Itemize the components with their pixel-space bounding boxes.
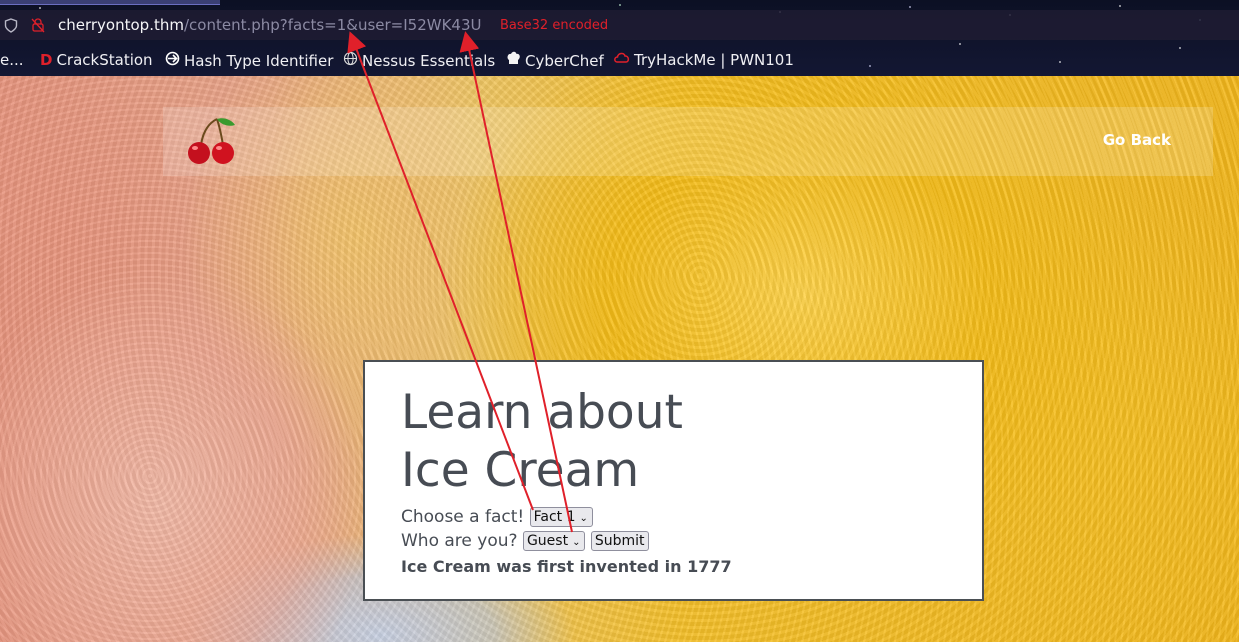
base32-annotation: Base32 encoded — [500, 18, 609, 33]
url-path: /content.php?facts=1&user=I52WK43U — [183, 16, 482, 34]
card-title: Learn about Ice Cream — [401, 384, 781, 500]
fact-label: Choose a fact! — [401, 507, 525, 527]
bookmark-label: TryHackMe | PWN101 — [634, 51, 794, 69]
title-line-1: Learn about — [401, 385, 683, 440]
bookmark-label: CyberChef — [525, 51, 604, 70]
go-back-link[interactable]: Go Back — [1103, 131, 1171, 149]
crackstation-d-icon: D — [40, 51, 53, 69]
insecure-lock-icon[interactable] — [30, 17, 46, 37]
bookmark-nessus-essentials[interactable]: Nessus Essentials — [343, 51, 495, 70]
submit-button[interactable]: Submit — [590, 531, 649, 551]
user-label: Who are you? — [401, 531, 518, 551]
user-select[interactable]: Guest ⌄ — [522, 531, 586, 551]
bookmark-crackstation[interactable]: D CrackStation — [40, 51, 153, 69]
fact-result-text: Ice Cream was first invented in 1777 — [401, 557, 732, 576]
user-select-value: Guest — [526, 533, 569, 549]
title-line-2: Ice Cream — [401, 443, 640, 498]
chevron-down-icon: ⌄ — [579, 513, 588, 524]
bookmark-label: Hash Type Identifier — [184, 51, 334, 70]
site-navbar: Go Back — [163, 107, 1213, 176]
fact-select-value: Fact 1 — [533, 509, 576, 525]
url-text[interactable]: cherryontop.thm/content.php?facts=1&user… — [58, 16, 482, 34]
fact-select[interactable]: Fact 1 ⌄ — [529, 507, 593, 527]
chevron-down-icon: ⌄ — [572, 537, 581, 548]
bookmark-truncated[interactable]: e... — [0, 51, 24, 69]
fact-row: Choose a fact! Fact 1 ⌄ — [401, 507, 593, 527]
bookmark-label: Nessus Essentials — [362, 51, 496, 70]
fact-card: Learn about Ice Cream Choose a fact! Fact… — [363, 360, 984, 601]
tryhackme-icon — [614, 51, 630, 69]
page-background: Go Back Learn about Ice Cream Choose a fa… — [0, 76, 1239, 642]
hash-identifier-icon — [165, 51, 180, 70]
shield-icon[interactable] — [4, 18, 18, 37]
url-host: cherryontop.thm — [58, 16, 184, 34]
bookmarks-bar: e... D CrackStation Hash Type Identifier… — [0, 46, 1239, 74]
browser-chrome: cherryontop.thm/content.php?facts=1&user… — [0, 0, 1239, 76]
url-bar[interactable]: cherryontop.thm/content.php?facts=1&user… — [0, 10, 1239, 40]
bookmark-label: e... — [0, 51, 24, 69]
active-tab-indicator[interactable] — [0, 0, 220, 5]
bookmark-cyberchef[interactable]: CyberChef — [506, 51, 604, 70]
cyberchef-icon — [506, 51, 521, 70]
user-row: Who are you? Guest ⌄ Submit — [401, 531, 649, 551]
bookmark-hash-type-identifier[interactable]: Hash Type Identifier — [165, 51, 333, 70]
bookmark-tryhackme[interactable]: TryHackMe | PWN101 — [614, 51, 794, 69]
cherry-icon[interactable] — [185, 115, 241, 173]
bookmark-label: CrackStation — [56, 51, 153, 69]
globe-icon — [343, 51, 358, 70]
